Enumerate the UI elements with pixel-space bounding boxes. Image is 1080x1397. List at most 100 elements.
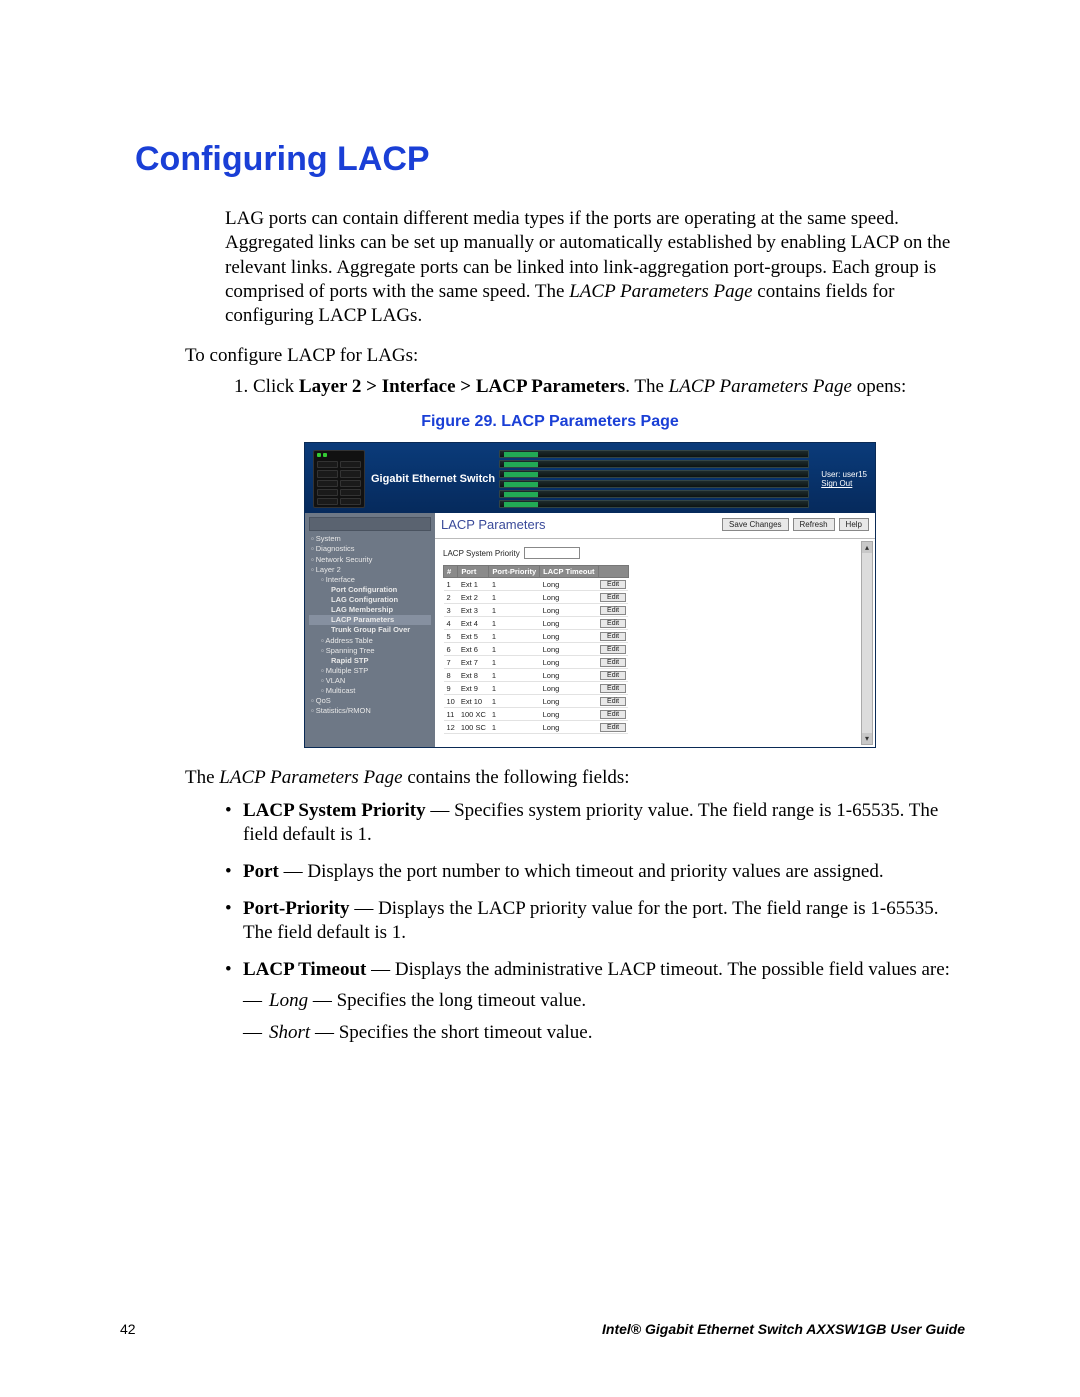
brand-text: Gigabit Ethernet Switch: [371, 473, 495, 485]
cell-timeout: Long: [540, 578, 598, 591]
nav-tree: ▫ System ▫ Diagnostics ▫ Network Securit…: [305, 513, 435, 746]
field-port-priority: Port-Priority — Displays the LACP priori…: [225, 897, 965, 946]
panel-title: LACP Parameters: [441, 517, 546, 532]
cell-num: 12: [444, 721, 458, 734]
f2-term: Port: [243, 861, 279, 882]
edit-button[interactable]: Edit: [600, 671, 626, 680]
nav-toolbar[interactable]: [309, 517, 431, 531]
step-1: Click Layer 2 > Interface > LACP Paramet…: [253, 375, 965, 400]
cell-num: 3: [444, 604, 458, 617]
step1-post: opens:: [852, 376, 906, 397]
field-port: Port — Displays the port number to which…: [225, 860, 965, 885]
device-faceplate: [313, 450, 365, 508]
cell-timeout: Long: [540, 695, 598, 708]
cell-port: Ext 1: [458, 578, 489, 591]
cell-port: Ext 8: [458, 669, 489, 682]
timeout-values-list: Long — Specifies the long timeout value.…: [243, 989, 965, 1046]
save-changes-button[interactable]: Save Changes: [722, 518, 788, 531]
screenshot-header: Gigabit Ethernet Switch User: user15 Sig…: [305, 443, 875, 513]
cell-timeout: Long: [540, 617, 598, 630]
edit-button[interactable]: Edit: [600, 697, 626, 706]
th-timeout: LACP Timeout: [540, 566, 598, 578]
pre-list-text: To configure LACP for LAGs:: [185, 345, 965, 367]
page-footer: 42 Intel® Gigabit Ethernet Switch AXXSW1…: [120, 1321, 965, 1337]
step1-path: Layer 2 > Interface > LACP Parameters: [299, 376, 625, 397]
edit-button[interactable]: Edit: [600, 658, 626, 667]
cell-port: Ext 3: [458, 604, 489, 617]
cell-port: Ext 7: [458, 656, 489, 669]
nav-network-security[interactable]: ▫ Network Security: [309, 555, 431, 565]
cell-timeout: Long: [540, 630, 598, 643]
edit-button[interactable]: Edit: [600, 645, 626, 654]
nav-lag-membership[interactable]: LAG Membership: [309, 605, 431, 615]
nav-trunk-failover[interactable]: Trunk Group Fail Over: [309, 625, 431, 635]
timeout-long: Long — Specifies the long timeout value.: [243, 989, 965, 1014]
nav-diagnostics[interactable]: ▫ Diagnostics: [309, 544, 431, 554]
cell-timeout: Long: [540, 604, 598, 617]
book-title: Intel® Gigabit Ethernet Switch AXXSW1GB …: [602, 1321, 965, 1337]
cell-port: Ext 10: [458, 695, 489, 708]
cell-priority: 1: [489, 656, 540, 669]
s2-desc: — Specifies the short timeout value.: [310, 1022, 592, 1043]
cell-priority: 1: [489, 708, 540, 721]
page-number: 42: [120, 1321, 136, 1337]
nav-system[interactable]: ▫ System: [309, 534, 431, 544]
table-row: 9Ext 91LongEdit: [444, 682, 629, 695]
cell-priority: 1: [489, 617, 540, 630]
table-row: 10Ext 101LongEdit: [444, 695, 629, 708]
nav-spanning-tree[interactable]: ▫ Spanning Tree: [309, 646, 431, 656]
edit-button[interactable]: Edit: [600, 606, 626, 615]
edit-button[interactable]: Edit: [600, 684, 626, 693]
nav-layer2[interactable]: ▫ Layer 2: [309, 565, 431, 575]
scroll-down-icon[interactable]: ▾: [862, 733, 872, 744]
nav-multiple-stp[interactable]: ▫ Multiple STP: [309, 666, 431, 676]
table-row: 2Ext 21LongEdit: [444, 591, 629, 604]
f3-term: Port-Priority: [243, 898, 350, 919]
edit-button[interactable]: Edit: [600, 619, 626, 628]
system-priority-input[interactable]: [524, 547, 580, 559]
nav-interface[interactable]: ▫ Interface: [309, 575, 431, 585]
help-button[interactable]: Help: [839, 518, 869, 531]
cell-num: 8: [444, 669, 458, 682]
f2-desc: — Displays the port number to which time…: [279, 861, 884, 882]
cell-port: Ext 4: [458, 617, 489, 630]
intro-paragraph: LAG ports can contain different media ty…: [225, 207, 965, 329]
field-system-priority: LACP System Priority — Specifies system …: [225, 799, 965, 848]
s1-term: Long: [269, 990, 308, 1011]
cell-timeout: Long: [540, 656, 598, 669]
screenshot-lacp-parameters: Gigabit Ethernet Switch User: user15 Sig…: [305, 443, 875, 746]
cell-timeout: Long: [540, 682, 598, 695]
s2-term: Short: [269, 1022, 310, 1043]
cell-num: 7: [444, 656, 458, 669]
edit-button[interactable]: Edit: [600, 710, 626, 719]
cell-timeout: Long: [540, 591, 598, 604]
nav-rapid-stp[interactable]: Rapid STP: [309, 656, 431, 666]
edit-button[interactable]: Edit: [600, 723, 626, 732]
nav-qos[interactable]: ▫ QoS: [309, 696, 431, 706]
steps-list: Click Layer 2 > Interface > LACP Paramet…: [225, 375, 965, 400]
cell-port: 100 XC: [458, 708, 489, 721]
signout-link[interactable]: Sign Out: [821, 479, 867, 489]
cell-port: Ext 2: [458, 591, 489, 604]
scroll-up-icon[interactable]: ▴: [862, 542, 872, 553]
nav-lag-configuration[interactable]: LAG Configuration: [309, 595, 431, 605]
s1-desc: — Specifies the long timeout value.: [308, 990, 586, 1011]
nav-address-table[interactable]: ▫ Address Table: [309, 636, 431, 646]
refresh-button[interactable]: Refresh: [793, 518, 835, 531]
cell-num: 6: [444, 643, 458, 656]
nav-multicast[interactable]: ▫ Multicast: [309, 686, 431, 696]
nav-statistics-rmon[interactable]: ▫ Statistics/RMON: [309, 706, 431, 716]
cell-priority: 1: [489, 695, 540, 708]
timeout-short: Short — Specifies the short timeout valu…: [243, 1021, 965, 1046]
nav-lacp-parameters[interactable]: LACP Parameters: [309, 615, 431, 625]
cell-timeout: Long: [540, 669, 598, 682]
edit-button[interactable]: Edit: [600, 632, 626, 641]
system-priority-label: LACP System Priority: [443, 549, 520, 558]
nav-vlan[interactable]: ▫ VLAN: [309, 676, 431, 686]
edit-button[interactable]: Edit: [600, 580, 626, 589]
edit-button[interactable]: Edit: [600, 593, 626, 602]
f1-term: LACP System Priority: [243, 800, 426, 821]
nav-port-configuration[interactable]: Port Configuration: [309, 585, 431, 595]
cell-num: 4: [444, 617, 458, 630]
scrollbar[interactable]: ▴ ▾: [861, 541, 873, 744]
